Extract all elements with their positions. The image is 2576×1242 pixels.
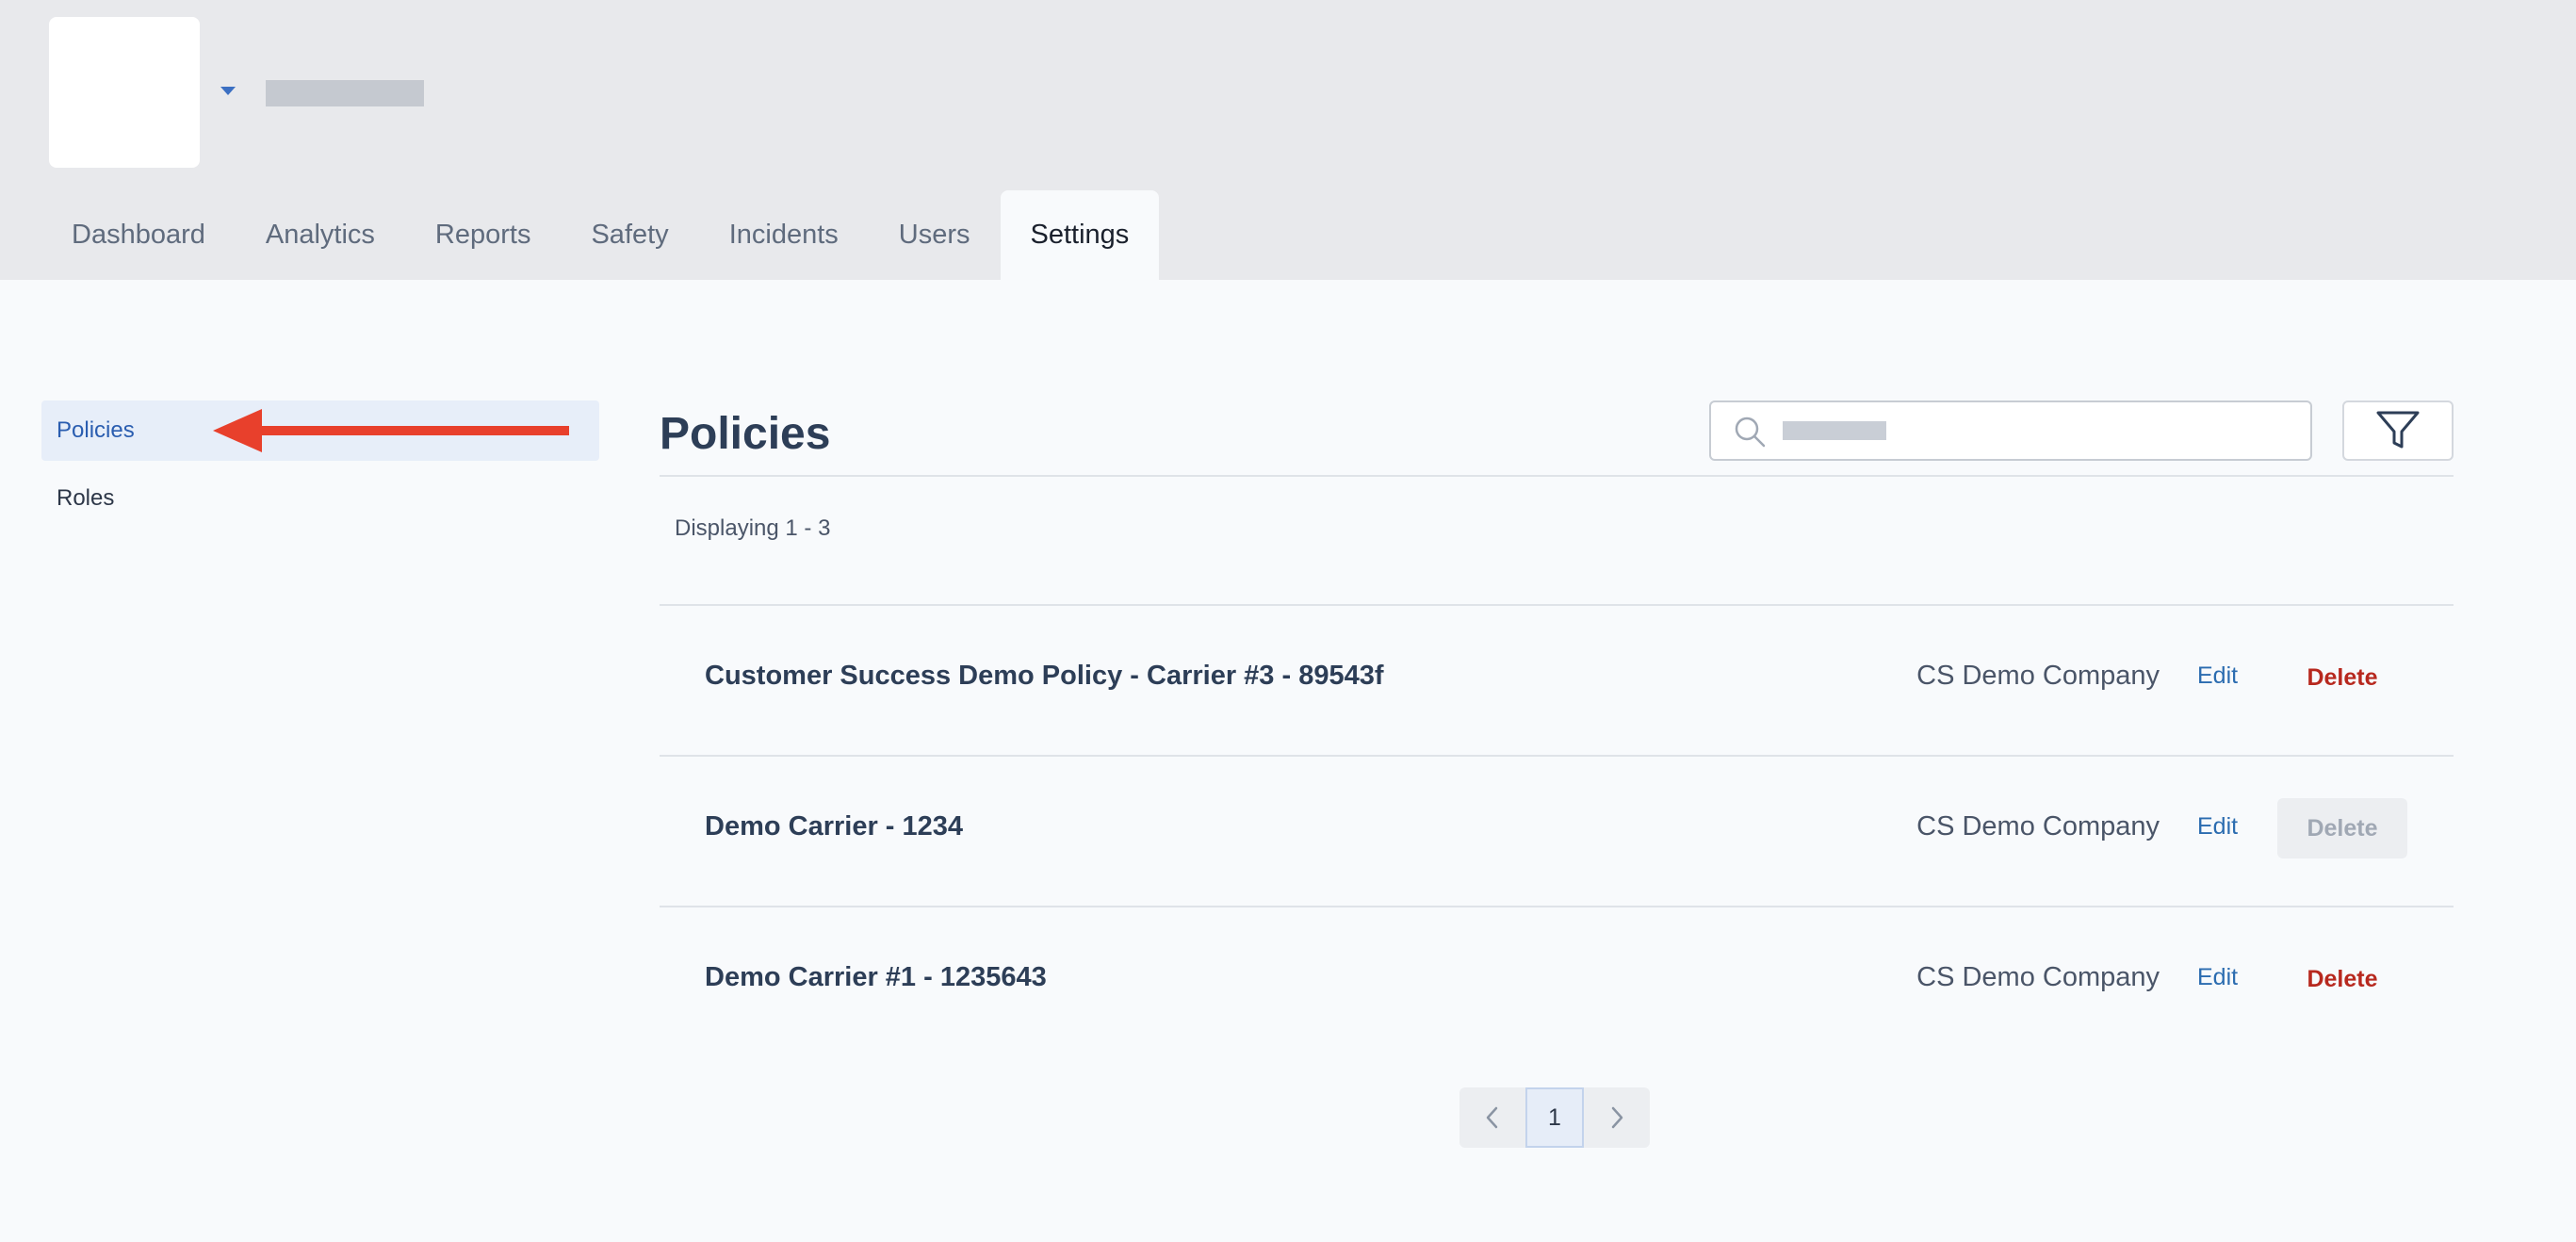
list-item: Demo Carrier #1 - 1235643 CS Demo Compan… [660, 907, 2454, 1058]
edit-button[interactable]: Edit [2197, 662, 2238, 690]
caret-down-icon[interactable] [220, 87, 236, 95]
next-page-button[interactable] [1584, 1087, 1650, 1148]
divider [660, 475, 2454, 477]
tab-users[interactable]: Users [869, 190, 1001, 280]
policy-name[interactable]: Demo Carrier #1 - 1235643 [705, 962, 1047, 993]
tab-reports[interactable]: Reports [405, 190, 562, 280]
policy-name[interactable]: Demo Carrier - 1234 [705, 811, 963, 842]
sidebar-item-label: Policies [57, 417, 135, 443]
search-input[interactable] [1781, 408, 2290, 453]
tab-dashboard[interactable]: Dashboard [41, 190, 236, 280]
tab-analytics[interactable]: Analytics [236, 190, 405, 280]
company-logo[interactable] [49, 17, 200, 168]
results-count: Displaying 1 - 3 [675, 515, 831, 541]
sidebar-item-label: Roles [57, 485, 115, 511]
policy-company: CS Demo Company [1916, 661, 2160, 691]
chevron-right-icon [1611, 1106, 1623, 1129]
edit-button[interactable]: Edit [2197, 813, 2238, 841]
main-nav-tabs: Dashboard Analytics Reports Safety Incid… [41, 190, 1160, 280]
edit-button[interactable]: Edit [2197, 964, 2238, 991]
list-item: Customer Success Demo Policy - Carrier #… [660, 606, 2454, 757]
policy-list: Customer Success Demo Policy - Carrier #… [660, 606, 2454, 1058]
tab-settings[interactable]: Settings [1000, 190, 1160, 280]
search-field[interactable] [1709, 400, 2312, 461]
chevron-left-icon [1486, 1106, 1498, 1129]
sidebar-item-roles[interactable]: Roles [41, 468, 599, 529]
filter-icon [2376, 411, 2420, 449]
policy-name[interactable]: Customer Success Demo Policy - Carrier #… [705, 661, 1384, 692]
page-title: Policies [660, 409, 831, 459]
delete-button[interactable]: Delete [2277, 949, 2407, 1009]
tab-safety[interactable]: Safety [561, 190, 698, 280]
list-item: Demo Carrier - 1234 CS Demo Company Edit… [660, 757, 2454, 907]
policy-company: CS Demo Company [1916, 962, 2160, 992]
filter-button[interactable] [2342, 400, 2454, 461]
tab-incidents[interactable]: Incidents [699, 190, 869, 280]
policy-company: CS Demo Company [1916, 811, 2160, 842]
org-name-redacted [266, 80, 424, 106]
delete-button-disabled: Delete [2277, 798, 2407, 858]
arrow-left-icon [213, 409, 569, 452]
search-icon [1735, 417, 1766, 448]
page-number-button[interactable]: 1 [1525, 1087, 1584, 1148]
app-header: Dashboard Analytics Reports Safety Incid… [0, 0, 2576, 280]
pagination: 1 [1459, 1087, 1650, 1148]
delete-button[interactable]: Delete [2277, 647, 2407, 708]
prev-page-button[interactable] [1459, 1087, 1525, 1148]
